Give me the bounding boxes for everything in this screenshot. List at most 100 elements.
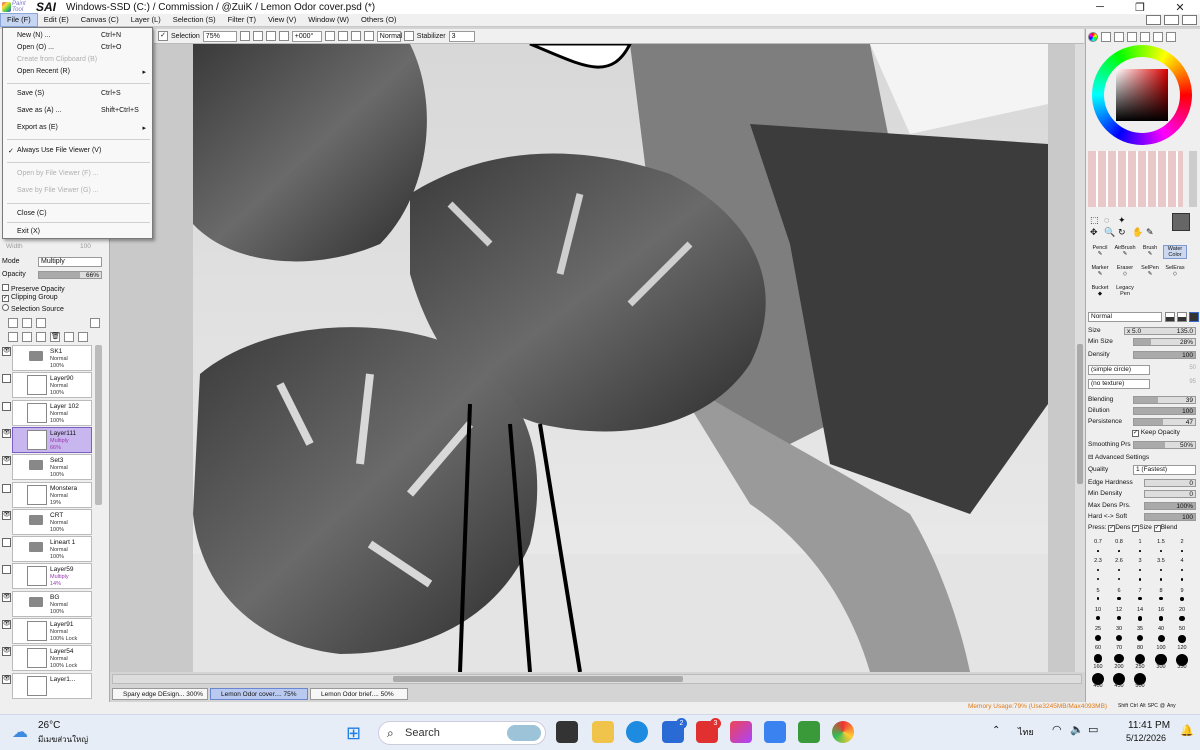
brush-shape-1[interactable]	[1165, 312, 1175, 322]
blending-slider[interactable]: 39	[1133, 396, 1196, 404]
lasso-tool-icon[interactable]: ◌	[1104, 215, 1109, 225]
rotate-reset-button[interactable]	[350, 31, 361, 41]
tab-lemon-odor-brief[interactable]: Lemon Odor brief.... 50%	[310, 688, 408, 700]
hand-tool-icon[interactable]: ✋	[1132, 227, 1143, 238]
new-linework-button[interactable]	[22, 318, 32, 328]
merge-layer-button[interactable]	[78, 332, 88, 342]
menu-item-always-use-file-viewer[interactable]: Always Use File Viewer (V)	[17, 147, 101, 154]
tool-marker[interactable]: Marker ✎	[1088, 265, 1112, 277]
maximize-button[interactable]: ❐	[1120, 1, 1160, 14]
dilution-slider[interactable]: 100	[1133, 407, 1196, 415]
stabilizer-field[interactable]: 3	[448, 30, 475, 42]
brush-size-preset[interactable]: 100	[1151, 634, 1171, 652]
zoom-reset-button[interactable]	[265, 31, 276, 41]
brush-size-preset[interactable]: 120	[1172, 634, 1192, 652]
clipping-group-checkbox[interactable]: ✓	[2, 295, 9, 302]
brush-size-preset[interactable]: 10	[1088, 596, 1108, 614]
canvas-hscroll-thumb[interactable]	[393, 676, 683, 682]
tool-legacy-pen[interactable]: Legacy Pen	[1113, 285, 1137, 297]
swatch-toggle[interactable]	[1153, 32, 1163, 42]
menu-item-save[interactable]: Save (S)	[17, 90, 44, 97]
swatch-grid[interactable]	[1088, 151, 1183, 207]
layer-row[interactable]: Layer 102 Normal 100%	[2, 399, 92, 426]
marquee-tool-icon[interactable]: ⬚	[1090, 215, 1099, 226]
menu-others[interactable]: Others (O)	[355, 14, 402, 26]
menu-file[interactable]: File (F)	[0, 13, 38, 27]
density-slider[interactable]: 100	[1133, 351, 1196, 359]
zoom-in-button[interactable]	[252, 31, 263, 41]
rotate-tool-icon[interactable]: ↻	[1118, 227, 1126, 238]
brush-size-preset[interactable]: 1	[1130, 539, 1150, 557]
selection-source-radio[interactable]	[2, 304, 9, 311]
brush-size-preset[interactable]: 0.8	[1109, 539, 1129, 557]
task-view-icon[interactable]	[556, 721, 578, 743]
brush-size-preset[interactable]: 3.5	[1151, 558, 1171, 576]
visibility-eye-icon[interactable]: 👁	[2, 592, 11, 602]
brush-size-preset[interactable]: 14	[1130, 596, 1150, 614]
battery-icon[interactable]: ▭	[1088, 723, 1098, 736]
intermediate-toggle[interactable]	[1166, 32, 1176, 42]
close-button[interactable]: ✕	[1160, 1, 1200, 14]
brush-size-preset[interactable]: 350	[1172, 653, 1192, 671]
layer-row[interactable]: 👁 BG Normal 100%	[2, 590, 92, 617]
brush-size-preset[interactable]: 1.5	[1151, 539, 1171, 557]
visibility-off-icon[interactable]	[2, 483, 11, 493]
menu-item-close[interactable]: Close (C)	[17, 210, 47, 217]
preserve-opacity-checkbox[interactable]	[2, 284, 9, 291]
minsize-slider[interactable]: 28%	[1133, 338, 1196, 346]
angle-field[interactable]: +000°	[291, 30, 322, 42]
file-explorer-icon[interactable]	[592, 721, 614, 743]
brush-size-preset[interactable]: 60	[1088, 634, 1108, 652]
brush-size-preset[interactable]: 500	[1130, 672, 1150, 690]
layout-button-1[interactable]	[1146, 15, 1161, 25]
brush-size-preset[interactable]: 20	[1172, 596, 1192, 614]
menu-view[interactable]: View (V)	[262, 14, 302, 26]
color-square[interactable]	[1116, 69, 1168, 121]
brush-size-preset[interactable]: 25	[1088, 615, 1108, 633]
max-density-slider[interactable]: 100%	[1144, 502, 1196, 510]
copilot-icon[interactable]	[730, 721, 752, 743]
brush-size-preset[interactable]: 3	[1130, 558, 1150, 576]
scratchpad-toggle[interactable]	[1140, 32, 1150, 42]
apply-mask-button[interactable]	[64, 332, 74, 342]
chrome-icon[interactable]	[832, 721, 854, 743]
layer-row[interactable]: Layer59 Multiply 14%	[2, 563, 92, 590]
brush-size-preset[interactable]: 250	[1130, 653, 1150, 671]
brush-size-preset[interactable]: 300	[1151, 653, 1171, 671]
brush-size-preset[interactable]: 16	[1151, 596, 1171, 614]
brush-size-preset[interactable]: 7	[1130, 577, 1150, 595]
tool-airbrush[interactable]: AirBrush ✎	[1113, 245, 1137, 257]
visibility-eye-icon[interactable]: 👁	[2, 620, 11, 629]
quality-select[interactable]: 1 (Fastest)	[1133, 465, 1196, 475]
visibility-eye-icon[interactable]: 👁	[2, 647, 11, 657]
layer-mask-button[interactable]	[90, 318, 100, 328]
canvas-hscroll-track[interactable]	[112, 674, 1082, 684]
brush-size-preset[interactable]: 8	[1151, 577, 1171, 595]
hsv-slider-toggle[interactable]	[1114, 32, 1124, 42]
rotate-right-button[interactable]	[337, 31, 348, 41]
artwork-canvas[interactable]	[110, 44, 1085, 672]
brush-shape-3[interactable]	[1189, 312, 1199, 322]
brush-size-preset[interactable]: 6	[1109, 577, 1129, 595]
edge-browser-icon[interactable]	[626, 721, 648, 743]
volume-icon[interactable]: 🔈	[1070, 723, 1084, 736]
mode-select[interactable]: Multiply	[38, 257, 102, 267]
hard-soft-slider[interactable]: 100	[1144, 513, 1196, 521]
menu-edit[interactable]: Edit (E)	[38, 14, 75, 26]
menu-item-open[interactable]: Open (O) ...	[17, 44, 54, 51]
layer-row[interactable]: Lineart 1 Normal 100%	[2, 536, 92, 563]
visibility-eye-icon[interactable]: 👁	[2, 456, 11, 466]
brush-size-preset[interactable]: 400	[1088, 672, 1108, 690]
brush-size-preset[interactable]: 9	[1172, 577, 1192, 595]
brush-size-preset[interactable]: 2.3	[1088, 558, 1108, 576]
menu-window[interactable]: Window (W)	[302, 14, 355, 26]
rgb-slider-toggle[interactable]	[1101, 32, 1111, 42]
advanced-settings-toggle[interactable]: ⊟ Advanced Settings	[1088, 453, 1149, 461]
brush-size-preset[interactable]: 50	[1172, 615, 1192, 633]
brush-size-preset[interactable]: 450	[1109, 672, 1129, 690]
minimize-button[interactable]: ─	[1080, 1, 1120, 14]
menu-item-exit[interactable]: Exit (X)	[17, 228, 40, 235]
clock-time[interactable]: 11:41 PM	[1128, 720, 1170, 731]
input-language[interactable]: ไทย	[1018, 725, 1034, 739]
delete-layer-button[interactable]: 🗑	[50, 332, 60, 342]
